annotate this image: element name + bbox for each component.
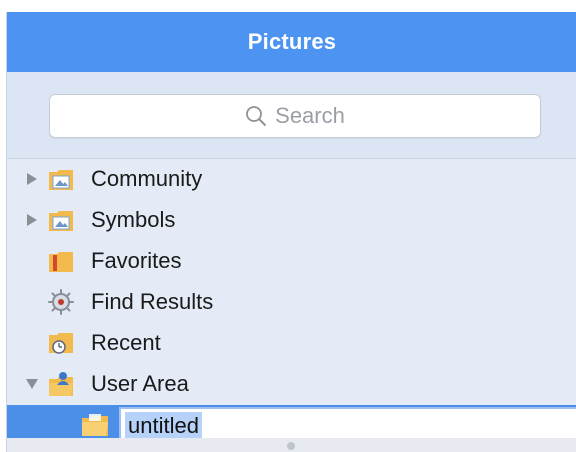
picture-folder-icon xyxy=(47,206,75,234)
search-area: Search xyxy=(7,72,576,159)
tree-item-community[interactable]: Community xyxy=(7,159,576,199)
user-folder-icon xyxy=(47,370,75,398)
tree-item-favorites[interactable]: Favorites xyxy=(7,241,576,281)
disclosure-collapsed-icon[interactable] xyxy=(25,172,39,186)
search-input[interactable]: Search xyxy=(49,94,541,138)
resize-handle[interactable] xyxy=(287,442,295,450)
tree-item-recent[interactable]: Recent xyxy=(7,323,576,363)
recent-folder-icon xyxy=(47,329,75,357)
tree-item-label: Favorites xyxy=(91,248,182,273)
search-icon xyxy=(246,106,267,126)
tree-item-label: Community xyxy=(91,166,203,191)
tree-item-label: Find Results xyxy=(91,289,214,314)
tree-item-label: Recent xyxy=(91,330,161,355)
tree-item-find-results[interactable]: Find Results xyxy=(7,282,576,322)
tree-item-user-area[interactable]: User Area xyxy=(7,364,576,404)
picture-folder-icon xyxy=(47,165,75,193)
favorites-folder-icon xyxy=(47,247,75,275)
tree-item-label: User Area xyxy=(91,371,189,396)
tree-item-symbols[interactable]: Symbols xyxy=(7,200,576,240)
panel-title: Pictures xyxy=(247,29,337,54)
tree-item-label: Symbols xyxy=(91,207,176,232)
search-placeholder: Search xyxy=(275,103,345,128)
folder-icon xyxy=(81,411,109,439)
disclosure-expanded-icon[interactable] xyxy=(25,377,39,391)
pictures-panel: Pictures Search Community Symbols Favori… xyxy=(6,12,576,452)
rename-text[interactable]: untitled xyxy=(125,412,202,440)
disclosure-collapsed-icon[interactable] xyxy=(25,213,39,227)
title-bar: Pictures xyxy=(7,12,576,72)
find-results-icon xyxy=(47,288,75,316)
